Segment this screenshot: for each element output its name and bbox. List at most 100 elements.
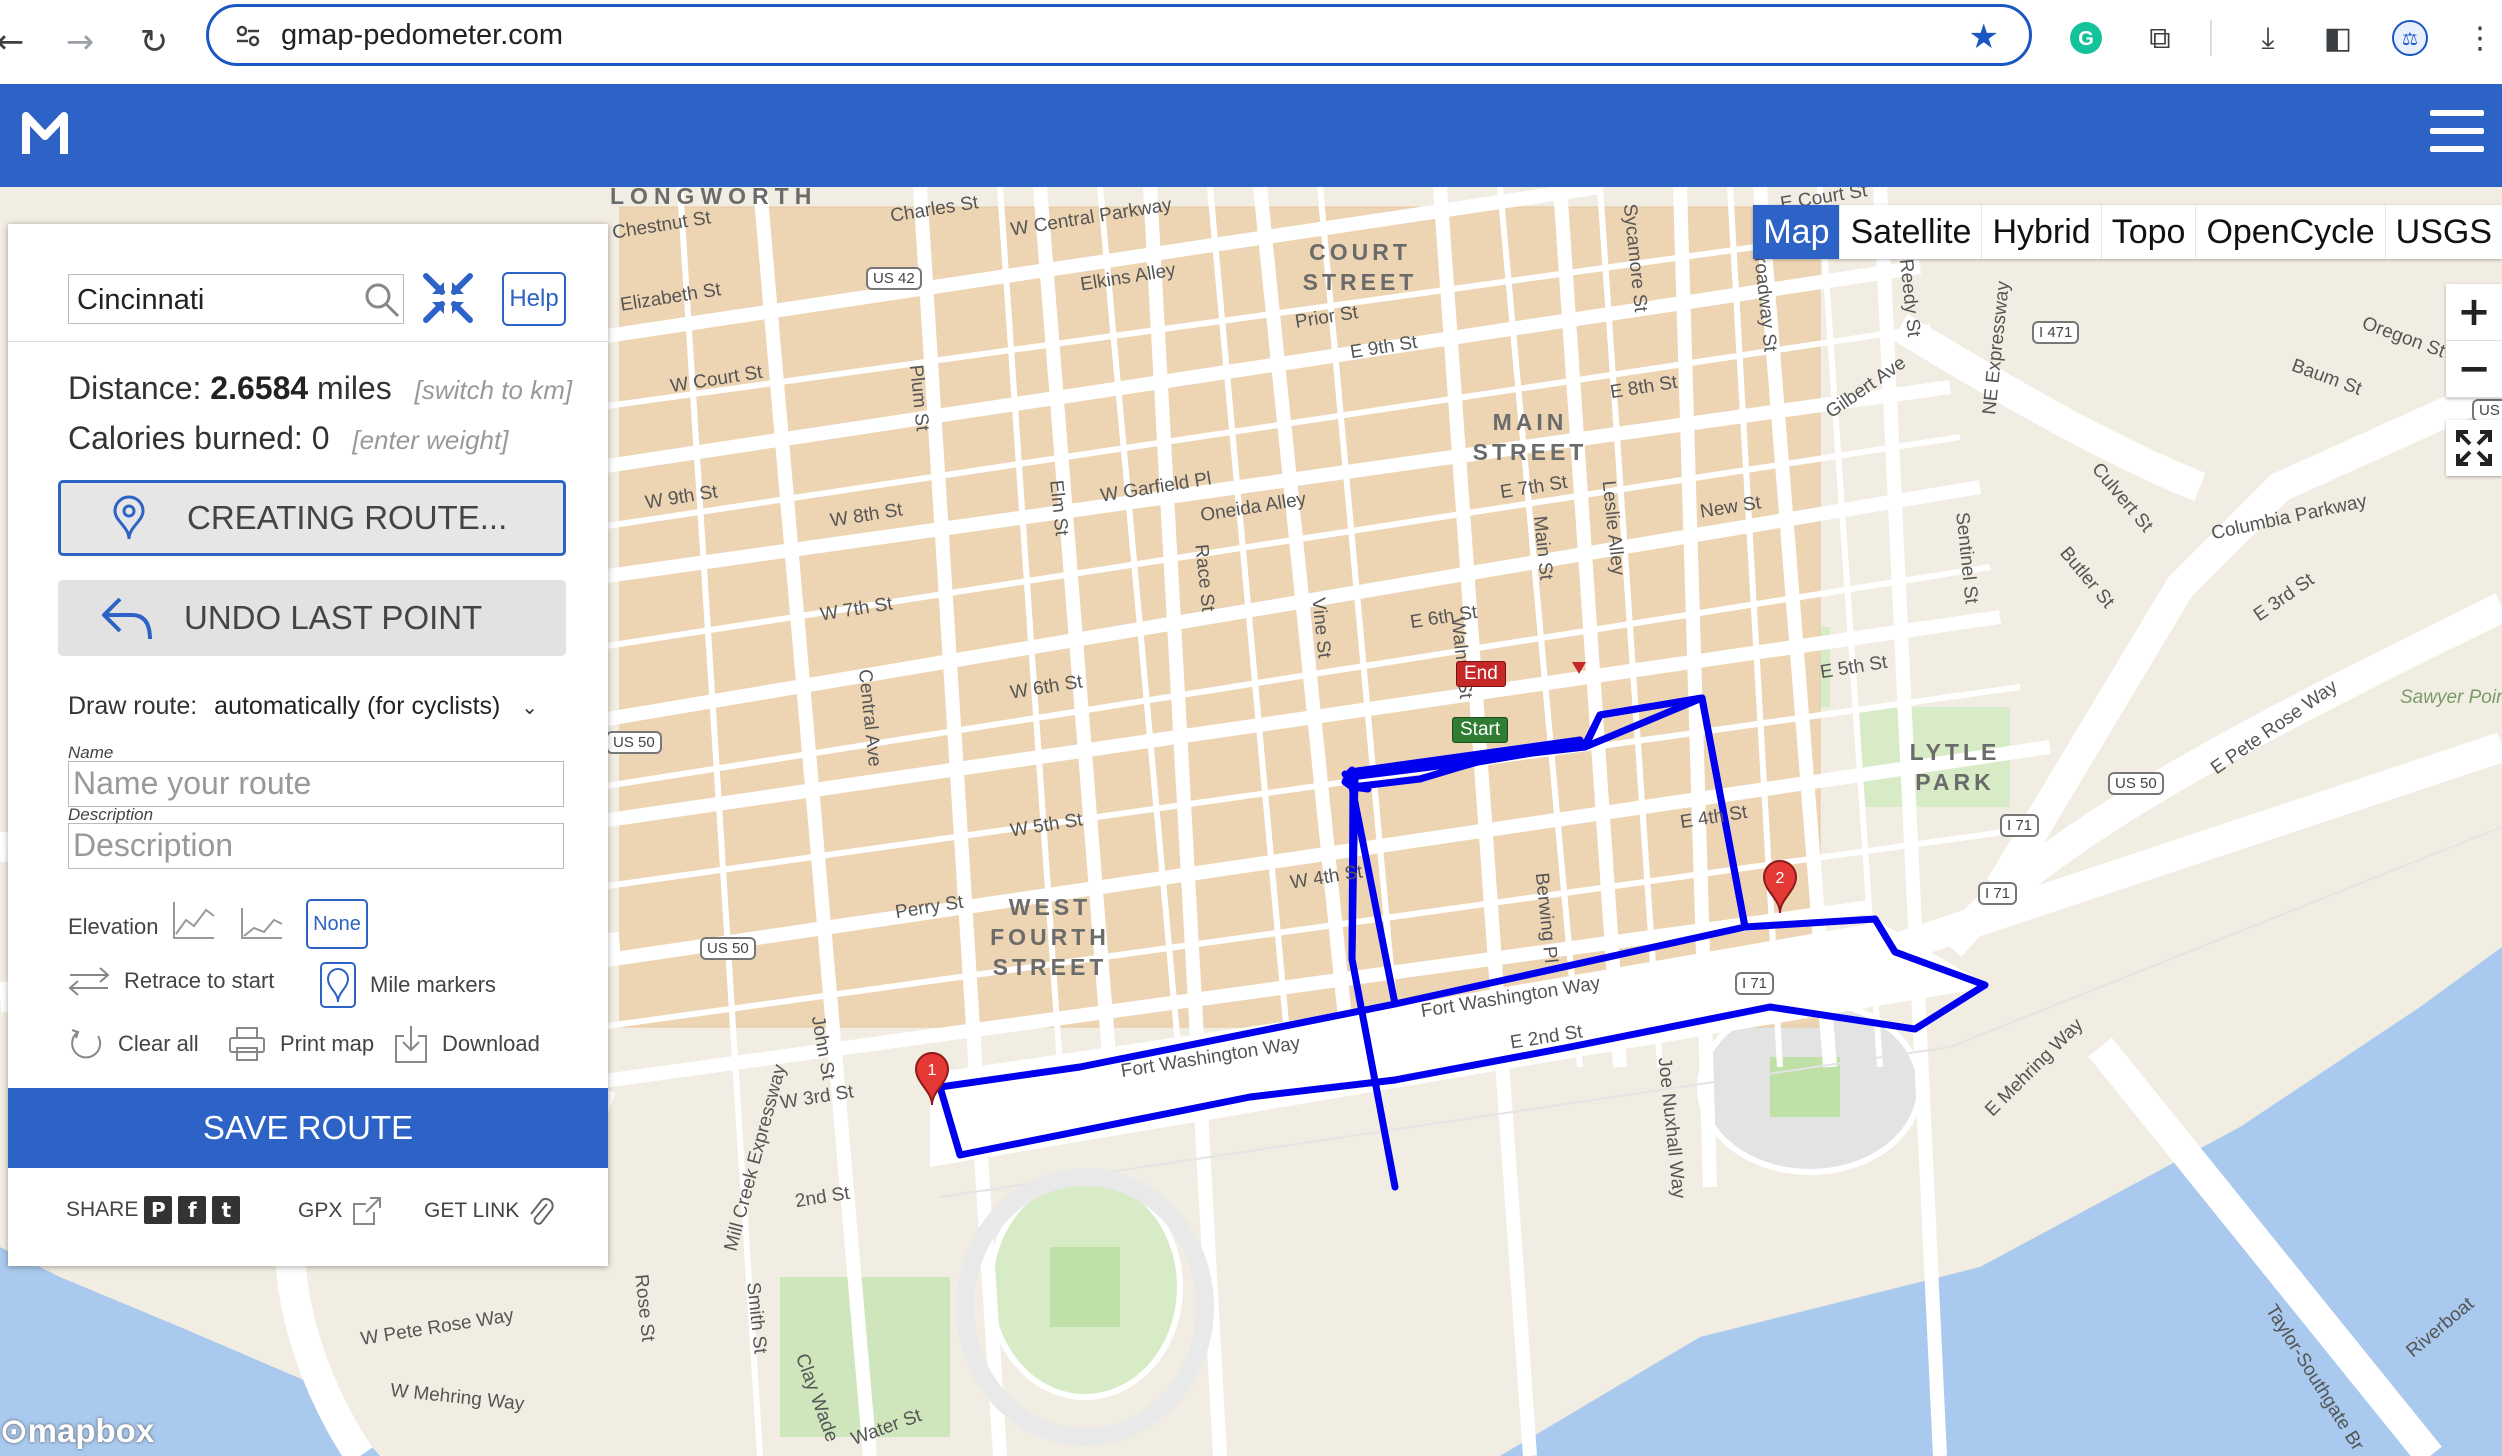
download-icon[interactable]: ⤓ — [2248, 18, 2288, 58]
description-field-group: Description Description — [68, 806, 564, 869]
map-type-map[interactable]: Map — [1753, 205, 1840, 259]
end-marker-pointer — [1572, 662, 1586, 674]
undo-label: UNDO LAST POINT — [184, 599, 483, 636]
mile-marker-1[interactable]: 1 — [912, 1051, 952, 1107]
forward-arrow-icon[interactable]: → — [60, 22, 100, 62]
grammarly-extension-icon[interactable]: G — [2066, 18, 2106, 58]
highway-shield: I 471 — [2032, 321, 2080, 344]
clear-all-button[interactable]: Clear all — [68, 1026, 199, 1062]
back-arrow-icon[interactable]: ← — [0, 22, 30, 62]
highway-shield: US 50 — [700, 937, 756, 960]
highway-shield: US 42 — [866, 267, 922, 290]
side-panel-icon[interactable]: ◧ — [2318, 18, 2358, 58]
twitter-icon[interactable]: t — [212, 1196, 241, 1224]
site-info-icon[interactable] — [235, 23, 261, 49]
chevron-down-icon[interactable]: ⌄ — [521, 697, 538, 719]
map-type-usgs[interactable]: USGS — [2384, 205, 2502, 259]
elevation-chart-icon[interactable] — [172, 900, 216, 940]
clear-all-label: Clear all — [118, 1031, 199, 1056]
highway-shield: US 50 — [2108, 772, 2164, 795]
panel-divider — [8, 341, 608, 342]
highway-shield: I 71 — [2000, 814, 2040, 837]
reload-icon[interactable]: ↻ — [134, 22, 174, 62]
highway-shield: I 71 — [1735, 972, 1775, 995]
print-map-button[interactable]: Print map — [228, 1026, 374, 1062]
draw-route-value[interactable]: automatically (for cyclists) — [214, 692, 500, 720]
retrace-to-start-button[interactable]: Retrace to start — [68, 966, 274, 996]
name-label: Name — [68, 743, 114, 762]
draw-route-select[interactable]: Draw route: automatically (for cyclists)… — [68, 692, 538, 721]
street-label: Sawyer Point Park — [2400, 687, 2502, 708]
toolbar-divider — [2210, 20, 2212, 56]
star-icon[interactable]: ★ — [1969, 17, 1999, 57]
profile-avatar-icon[interactable]: ⚖ — [2390, 18, 2430, 58]
paperclip-icon — [530, 1197, 554, 1225]
name-field-group: Name Name your route — [68, 744, 564, 807]
external-link-icon — [353, 1197, 382, 1225]
map-type-opencycle[interactable]: OpenCycle — [2195, 205, 2384, 259]
elevation-none-button[interactable]: None — [306, 899, 368, 949]
share-row: SHARE P f t — [66, 1196, 241, 1224]
get-link-button[interactable]: GET LINK — [424, 1196, 555, 1226]
distance-label: Distance: — [68, 370, 202, 406]
gmap-pedometer-logo[interactable] — [20, 108, 70, 160]
elevation-profile-icon[interactable] — [240, 906, 284, 940]
share-label: SHARE — [66, 1198, 139, 1221]
route-name-input[interactable]: Name your route — [68, 761, 564, 807]
download-label: Download — [442, 1031, 540, 1056]
map-type-hybrid[interactable]: Hybrid — [1981, 205, 2100, 259]
area-label: COURT STREET — [1302, 239, 1418, 295]
search-icon[interactable] — [363, 281, 401, 319]
enter-weight-link[interactable]: [enter weight] — [352, 425, 508, 455]
distance-row: Distance: 2.6584 miles [switch to km] — [68, 370, 572, 407]
highway-shield: US — [2472, 399, 2502, 422]
highway-shield: I 71 — [1978, 882, 2018, 905]
hamburger-menu-icon[interactable] — [2430, 110, 2484, 160]
download-button[interactable]: Download — [394, 1024, 540, 1064]
mile-markers-label: Mile markers — [370, 972, 496, 997]
fullscreen-icon[interactable] — [2446, 420, 2502, 476]
route-description-input[interactable]: Description — [68, 823, 564, 869]
gpx-export-button[interactable]: GPX — [298, 1196, 382, 1226]
switch-unit-link[interactable]: [switch to km] — [415, 375, 572, 405]
map-type-topo[interactable]: Topo — [2100, 205, 2196, 259]
creating-route-button[interactable]: CREATING ROUTE... — [58, 480, 566, 556]
location-pin-icon — [99, 495, 159, 541]
zoom-in-button[interactable]: + — [2446, 284, 2502, 341]
mile-marker-2[interactable]: 2 — [1760, 859, 1800, 915]
elevation-label: Elevation — [68, 914, 159, 939]
mapbox-logo-icon: ⊙ — [0, 1412, 28, 1449]
search-input[interactable] — [75, 279, 349, 321]
mile-markers-toggle[interactable]: Mile markers — [320, 962, 496, 1008]
end-marker[interactable]: End — [1456, 661, 1506, 687]
facebook-icon[interactable]: f — [178, 1196, 207, 1224]
mapbox-attribution[interactable]: ⊙mapbox — [0, 1411, 154, 1450]
area-label: WEST FOURTH STREET — [990, 894, 1110, 980]
svg-text:2: 2 — [1776, 870, 1785, 887]
start-marker[interactable]: Start — [1452, 717, 1509, 743]
address-bar[interactable]: gmap-pedometer.com ★ — [206, 4, 2032, 66]
download-icon — [395, 1026, 427, 1063]
pinterest-icon[interactable]: P — [144, 1196, 173, 1224]
map-type-selector: Map Satellite Hybrid Topo OpenCycle USGS — [1753, 205, 2502, 259]
collapse-panel-icon[interactable] — [422, 272, 474, 324]
save-route-button[interactable]: SAVE ROUTE — [8, 1088, 608, 1168]
retrace-label: Retrace to start — [124, 968, 275, 993]
browser-menu-icon[interactable]: ⋮ — [2460, 18, 2500, 58]
url-text[interactable]: gmap-pedometer.com — [281, 19, 563, 52]
undo-last-point-button[interactable]: UNDO LAST POINT — [58, 580, 566, 656]
app-header — [0, 84, 2502, 187]
printer-icon — [229, 1027, 265, 1061]
distance-value: 2.6584 — [210, 370, 309, 406]
mapbox-attribution-text: mapbox — [27, 1412, 155, 1449]
extensions-puzzle-icon[interactable]: ⧉ — [2140, 18, 2180, 58]
zoom-out-button[interactable]: − — [2446, 341, 2502, 398]
browser-toolbar: ← → ↻ gmap-pedometer.com ★ G ⧉ ⤓ ◧ ⚖ ⋮ — [0, 0, 2502, 85]
get-link-label: GET LINK — [424, 1199, 520, 1222]
location-search — [68, 274, 404, 324]
help-button[interactable]: Help — [502, 272, 566, 326]
print-map-label: Print map — [280, 1031, 375, 1056]
retrace-arrows-icon — [68, 967, 110, 996]
mile-marker-pin-icon — [320, 962, 356, 1008]
map-type-satellite[interactable]: Satellite — [1839, 205, 1981, 259]
